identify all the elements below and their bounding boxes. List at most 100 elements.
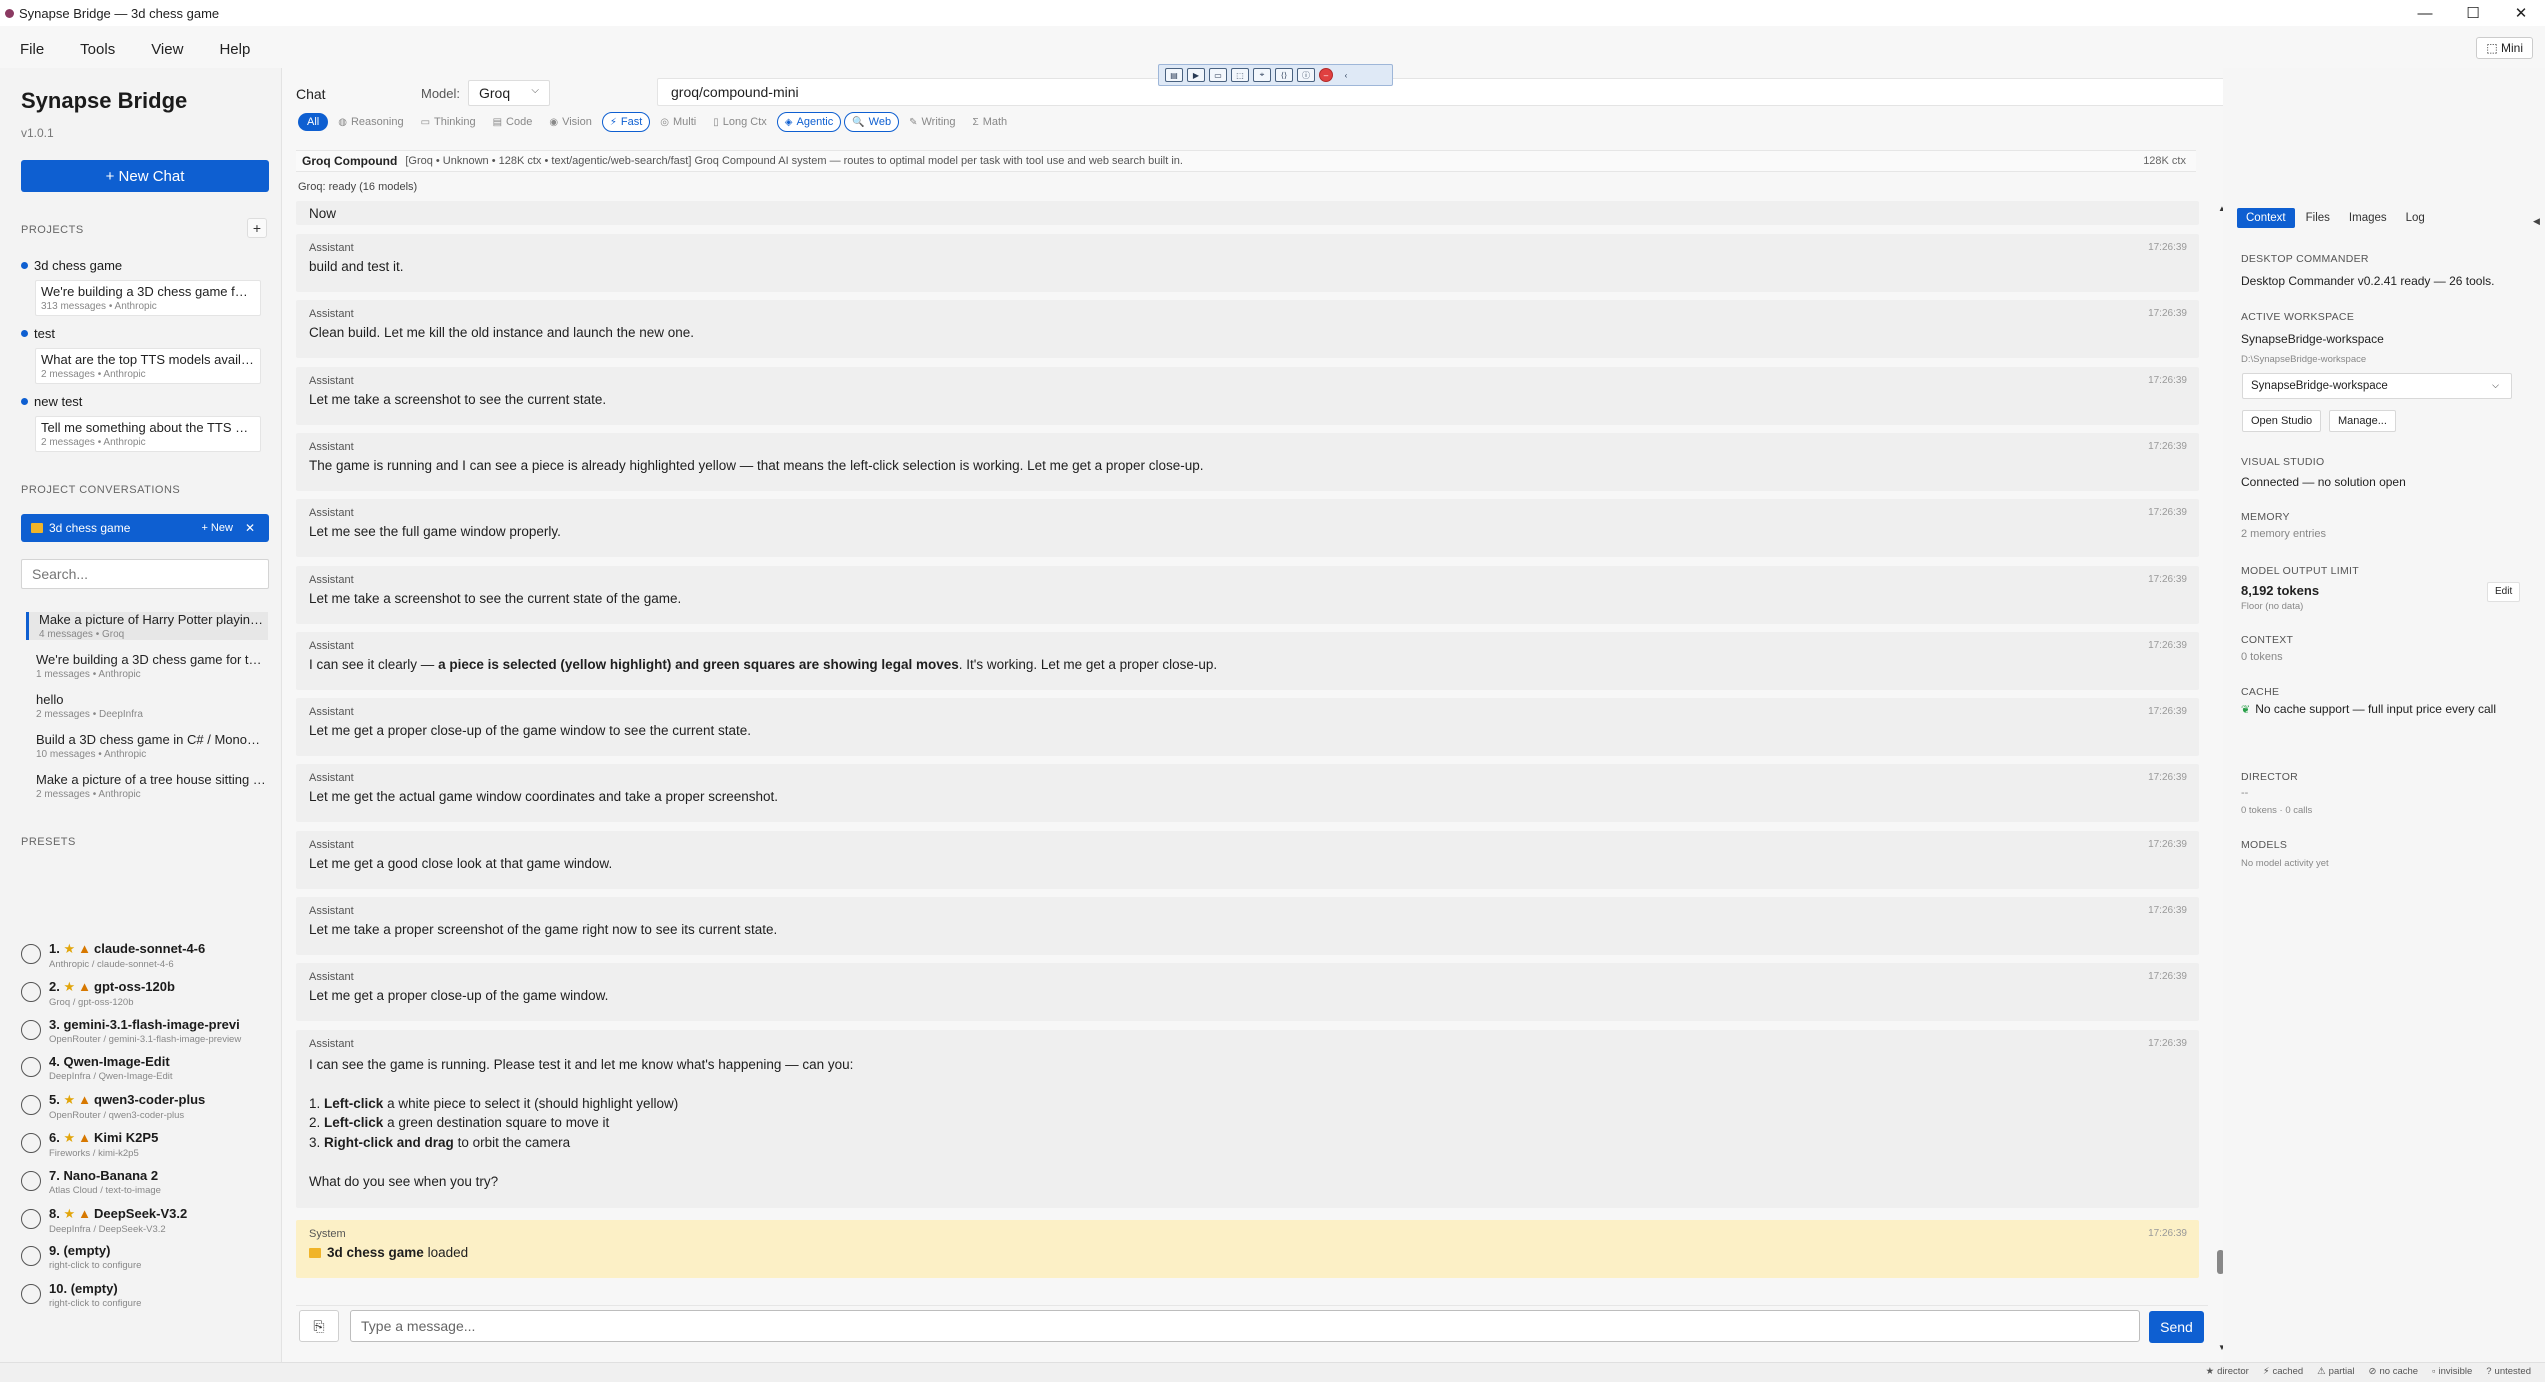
filter-icon: ◉ [549,116,559,128]
workspace-select[interactable]: SynapseBridge-workspace ⌵ [2242,373,2512,399]
filter-chip-long-ctx[interactable]: ▯ Long Ctx [706,113,774,131]
add-project-button[interactable]: + [247,218,267,238]
search-input[interactable] [32,566,268,582]
menu-help[interactable]: Help [219,41,250,58]
preset-item[interactable]: 7. Nano-Banana 2 Atlas Cloud / text-to-im… [21,1168,276,1196]
message-text: Let me get a proper close-up of the game… [309,723,751,739]
close-project-icon[interactable]: ✕ [245,521,255,535]
filter-chip-writing[interactable]: ✎ Writing [902,113,962,131]
filter-chip-math[interactable]: Σ Math [966,113,1015,131]
region-icon[interactable]: ⬚ [1231,68,1249,82]
preset-radio[interactable] [21,1284,41,1305]
menu-file[interactable]: File [20,41,44,58]
video-icon[interactable]: ▶ [1187,68,1205,82]
app-icon [5,8,14,18]
cursor-icon[interactable]: ⌖ [1253,68,1271,82]
output-limit-note: Floor (no data) [2241,601,2304,612]
status-legend: ★ director ⚡ cached ⚠ partial ⊘ no cache ▫ invisi… [2206,1366,2531,1377]
preset-radio[interactable] [21,1246,41,1267]
preset-item[interactable]: 10. (empty) right-click to configure [21,1281,276,1309]
preset-item[interactable]: 6. ★ ▲ Kimi K2P5 Fireworks / kimi-k2p5 [21,1130,276,1159]
open-studio-button[interactable]: Open Studio [2242,410,2322,432]
conversation-item[interactable]: We're building a 3D chess game for the..… [26,652,268,680]
preset-radio[interactable] [21,1095,41,1116]
conversation-item[interactable]: Build a 3D chess game in C# / MonoGa... … [26,732,268,760]
stop-icon[interactable]: – [1319,68,1333,82]
filter-chip-code[interactable]: ▤ Code [486,113,540,131]
legend-item: ▫ invisible [2432,1366,2472,1377]
new-chat-button[interactable]: + New Chat [21,160,269,192]
star-icon: ★ [63,941,76,956]
preset-item[interactable]: 5. ★ ▲ qwen3-coder-plus OpenRouter / qwen3-… [21,1092,276,1121]
conversation-item[interactable]: Make a picture of a tree house sitting i… [26,772,268,800]
preset-item[interactable]: 9. (empty) right-click to configure [21,1243,276,1271]
collapse-panel-icon[interactable]: ◀ [2533,216,2540,227]
preset-radio[interactable] [21,1019,41,1040]
info-icon[interactable]: ⓘ [1297,68,1315,82]
filter-icon: ◍ [338,116,347,128]
model-info-context: 128K ctx [2143,155,2186,167]
minimize-button[interactable]: — [2401,0,2449,26]
manage-button[interactable]: Manage... [2329,410,2396,432]
tab-context[interactable]: Context [2237,208,2295,228]
preset-item[interactable]: 1. ★ ▲ claude-sonnet-4-6 Anthropic / claude… [21,941,276,970]
preset-radio[interactable] [21,1133,41,1153]
conversation-meta: 10 messages • Anthropic [36,749,147,760]
tab-files[interactable]: Files [2298,208,2338,228]
new-project-chat-button[interactable]: + New [201,522,233,534]
instruction-list: 1. Left-click a white piece to select it… [309,1094,853,1153]
tab-log[interactable]: Log [2398,208,2433,228]
collapse-toolbar-icon[interactable]: ‹ [1337,68,1355,82]
preset-meta: DeepInfra / DeepSeek-V3.2 [49,1223,166,1235]
conversation-item-active[interactable]: Make a picture of Harry Potter playing..… [26,612,268,640]
tab-images[interactable]: Images [2341,208,2395,228]
title-bar: Synapse Bridge — 3d chess game — ☐ ✕ [0,0,2545,26]
filter-chip-web[interactable]: 🔍 Web [844,112,900,132]
message-input[interactable] [361,1318,2139,1334]
edit-limit-button[interactable]: Edit [2487,582,2521,602]
provider-select[interactable]: Groq ⌵ [468,80,550,106]
filter-chip-vision[interactable]: ◉ Vision [542,113,599,131]
preset-radio[interactable] [21,1057,41,1078]
message-input-box[interactable] [350,1310,2140,1342]
app-version: v1.0.1 [21,126,54,140]
filter-chip-reasoning[interactable]: ◍ Reasoning [331,113,410,131]
assistant-message: Assistant 17:26:39 build and test it. [296,234,2199,292]
preset-radio[interactable] [21,1208,41,1229]
preset-item[interactable]: 2. ★ ▲ gpt-oss-120b Groq / gpt-oss-120b [21,979,276,1008]
filter-chip-multi[interactable]: ◎ Multi [653,113,703,131]
preset-number: 1. [49,941,60,956]
provider-status: Groq: ready (16 models) [298,181,418,193]
mini-mode-button[interactable]: ⬚ Mini [2476,37,2533,59]
window-tool-icon[interactable]: ▤ [1165,68,1183,82]
close-button[interactable]: ✕ [2497,0,2545,26]
preset-radio[interactable] [21,944,41,964]
comment-icon[interactable]: ▭ [1209,68,1227,82]
filter-chip-agentic[interactable]: ◈ Agentic [776,112,842,132]
project-chat-item[interactable]: Tell me something about the TTS model...… [35,416,261,452]
menu-view[interactable]: View [151,41,183,58]
preset-item[interactable]: 8. ★ ▲ DeepSeek-V3.2 DeepInfra / DeepSeek-V… [21,1206,276,1235]
preset-number: 2. [49,978,60,994]
preset-radio[interactable] [21,1170,41,1191]
project-item[interactable]: test What are the top TTS models availab… [21,326,269,384]
project-chat-item[interactable]: We're building a 3D chess game for the..… [35,280,261,316]
attach-button[interactable]: ⎘ [299,1310,339,1342]
filter-chip-all[interactable]: All [298,113,329,131]
conversation-search[interactable] [21,559,269,589]
preset-radio[interactable] [21,981,41,1002]
conversation-item[interactable]: hello 2 messages • DeepInfra [26,692,268,720]
preset-item[interactable]: 3. gemini-3.1-flash-image-previ OpenRoute… [21,1017,276,1045]
filter-chip-thinking[interactable]: ▭ Thinking [414,113,483,131]
menu-tools[interactable]: Tools [80,41,115,58]
preset-item[interactable]: 4. Qwen-Image-Edit DeepInfra / Qwen-Image… [21,1054,276,1082]
project-item[interactable]: new test Tell me something about the TTS… [21,394,269,452]
send-button[interactable]: Send [2149,1311,2204,1343]
project-chat-item[interactable]: What are the top TTS models available ri… [35,348,261,384]
project-item[interactable]: 3d chess game We're building a 3D chess … [21,258,269,316]
code-icon[interactable]: ⟨⟩ [1275,68,1293,82]
preset-name: Qwen-Image-Edit [63,1054,170,1070]
maximize-button[interactable]: ☐ [2449,0,2497,26]
filter-chip-fast[interactable]: ⚡ Fast [601,112,651,132]
active-project-bar[interactable]: 3d chess game + New ✕ [21,514,269,542]
